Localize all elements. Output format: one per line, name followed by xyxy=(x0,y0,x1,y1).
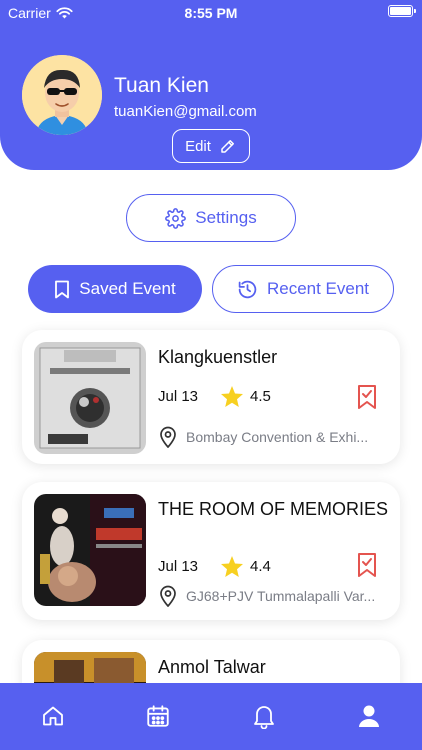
home-icon xyxy=(43,706,63,726)
nav-notifications[interactable] xyxy=(249,701,279,731)
bookmark-check-icon[interactable] xyxy=(356,384,378,410)
pencil-icon xyxy=(221,140,234,153)
avatar[interactable] xyxy=(22,55,102,135)
tab-saved-label: Saved Event xyxy=(79,279,176,298)
bottom-nav xyxy=(0,683,422,750)
status-bar: Carrier 8:55 PM xyxy=(0,0,422,26)
edit-label: Edit xyxy=(185,137,211,155)
nav-calendar[interactable] xyxy=(143,701,173,731)
battery-icon xyxy=(388,5,416,17)
event-card[interactable]: Klangkuenstler Jul 13 4.5 Bombay Convent… xyxy=(22,330,400,464)
bell-icon xyxy=(254,706,274,729)
calendar-icon xyxy=(147,705,169,727)
history-icon xyxy=(238,280,257,298)
tab-saved-event[interactable]: Saved Event xyxy=(28,265,202,313)
event-title: Anmol Talwar xyxy=(158,657,266,677)
event-location: Bombay Convention & Exhi... xyxy=(186,429,369,445)
event-title: Klangkuenstler xyxy=(158,347,278,367)
avatar-illustration xyxy=(22,55,102,135)
location-pin-icon xyxy=(160,585,176,607)
event-date: Jul 13 xyxy=(158,388,199,405)
profile-email: tuanKien@gmail.com xyxy=(114,103,257,120)
tab-recent-label: Recent Event xyxy=(266,279,370,298)
status-time: 8:55 PM xyxy=(184,5,238,21)
profile-screen: Carrier 8:55 PM Tuan Kien tuanKien@gmail… xyxy=(0,0,422,750)
event-date: Jul 13 xyxy=(158,558,199,575)
location-pin-icon xyxy=(160,426,176,448)
event-rating: 4.5 xyxy=(250,388,271,405)
bookmark-icon xyxy=(55,280,70,298)
settings-button[interactable]: Settings xyxy=(126,194,296,242)
tab-recent-event[interactable]: Recent Event xyxy=(212,265,394,313)
profile-header: Carrier 8:55 PM Tuan Kien tuanKien@gmail… xyxy=(0,0,422,170)
nav-home[interactable] xyxy=(38,701,68,731)
edit-profile-button[interactable]: Edit xyxy=(172,129,250,163)
profile-name: Tuan Kien xyxy=(114,74,209,97)
profile-icon xyxy=(359,705,379,727)
nav-profile[interactable] xyxy=(354,701,384,731)
event-rating: 4.4 xyxy=(250,558,271,575)
event-location: GJ68+PJV Tummalapalli Var... xyxy=(186,588,376,604)
gear-icon xyxy=(165,207,187,229)
event-thumbnail xyxy=(34,342,146,454)
star-icon xyxy=(221,386,243,407)
bookmark-check-icon[interactable] xyxy=(356,552,378,578)
settings-label: Settings xyxy=(195,208,257,227)
event-card[interactable]: THE ROOM OF MEMORIES Jul 13 4.4 GJ68+PJV… xyxy=(22,482,400,620)
event-title: THE ROOM OF MEMORIES xyxy=(158,499,389,519)
star-icon xyxy=(221,556,243,577)
event-thumbnail xyxy=(34,494,146,606)
